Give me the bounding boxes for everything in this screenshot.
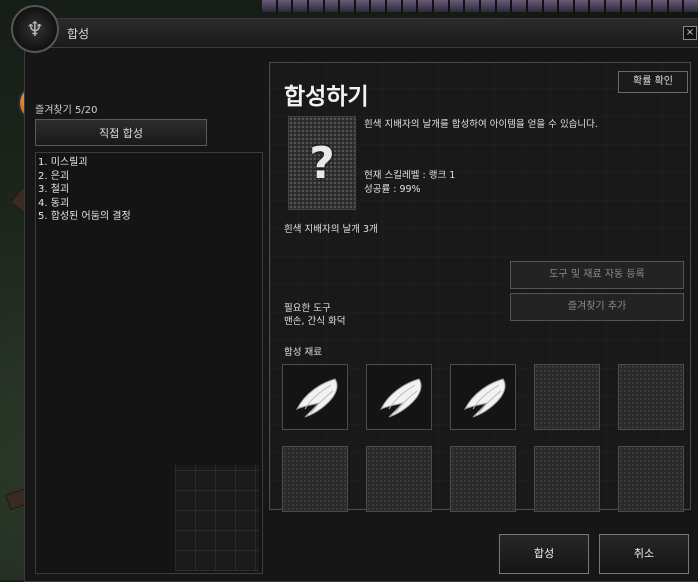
required-tool-label: 필요한 도구 <box>284 303 331 314</box>
direct-synthesis-button[interactable]: 직접 합성 <box>35 119 207 146</box>
recipe-item[interactable]: 2. 은괴 <box>38 170 260 184</box>
skill-hotbar[interactable] <box>262 0 698 12</box>
add-favorite-button[interactable]: 즐겨찾기 추가 <box>510 293 684 321</box>
skill-level: 현재 스킬레벨 : 랭크 1 <box>364 170 456 181</box>
material-slot[interactable] <box>282 364 348 430</box>
probability-check-button[interactable]: 확률 확인 <box>618 71 688 93</box>
synthesis-window: ♆ 합성 × 즐겨찾기 5/20 직접 합성 1. 미스릴괴 2. 은괴 3. … <box>11 5 698 582</box>
material-summary: 흰색 지배자의 날개 3개 <box>284 224 378 235</box>
material-slot-empty[interactable] <box>282 446 348 512</box>
material-slot-empty[interactable] <box>366 446 432 512</box>
window-title: 합성 <box>67 27 90 41</box>
material-slot-empty[interactable] <box>618 364 684 430</box>
success-rate: 성공률 : 99% <box>364 184 421 195</box>
cancel-button[interactable]: 취소 <box>599 534 689 574</box>
question-mark-icon: ? <box>309 137 335 189</box>
required-tool-value: 맨손, 간식 화덕 <box>284 316 346 327</box>
item-description: 흰색 지배자의 날개를 합성하여 아이템을 얻을 수 있습니다. <box>364 119 598 130</box>
material-slot-empty[interactable] <box>450 446 516 512</box>
synthesize-button[interactable]: 합성 <box>499 534 589 574</box>
result-item-image: ? <box>288 116 356 210</box>
panel-title: 합성하기 <box>284 84 369 110</box>
white-wing-icon <box>379 378 422 418</box>
materials-label: 합성 재료 <box>284 347 322 358</box>
white-wing-icon <box>295 378 338 418</box>
auto-register-button[interactable]: 도구 및 재료 자동 등록 <box>510 261 684 289</box>
recipe-item[interactable]: 5. 합성된 어둠의 결정 <box>38 210 260 224</box>
recipe-item[interactable]: 3. 철괴 <box>38 183 260 197</box>
background-inventory-grid <box>175 465 259 571</box>
synthesis-detail-panel: 합성하기 확률 확인 ? 흰색 지배자의 날개를 합성하여 아이템을 얻을 수 … <box>269 62 691 512</box>
recipe-item[interactable]: 4. 동괴 <box>38 197 260 211</box>
material-slot-empty[interactable] <box>534 446 600 512</box>
recipe-item[interactable]: 1. 미스릴괴 <box>38 156 260 170</box>
favorites-count: 즐겨찾기 5/20 <box>35 105 98 116</box>
white-wing-icon <box>463 378 506 418</box>
synthesis-crest-icon: ♆ <box>11 5 59 53</box>
material-slot-empty[interactable] <box>618 446 684 512</box>
window-titlebar[interactable]: ♆ 합성 × <box>11 5 698 53</box>
material-slot[interactable] <box>450 364 516 430</box>
material-slot[interactable] <box>366 364 432 430</box>
close-button[interactable]: × <box>683 26 697 40</box>
material-slot-empty[interactable] <box>534 364 600 430</box>
